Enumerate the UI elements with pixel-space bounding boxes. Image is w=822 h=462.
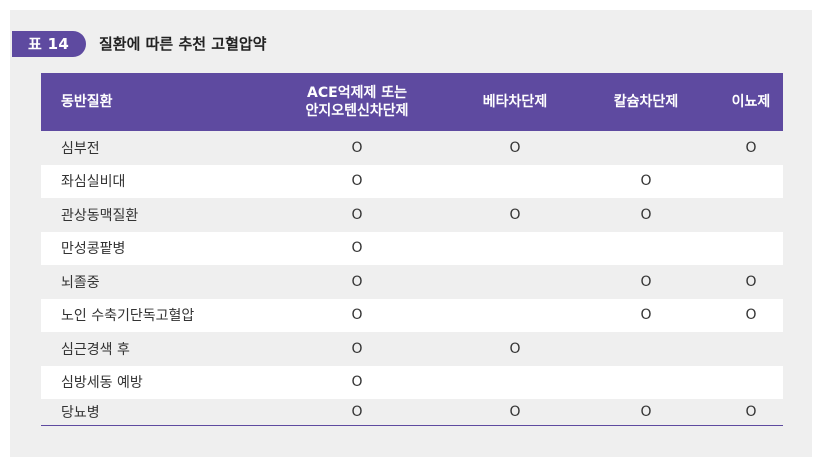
row-label: 심방세동 예방 [61,375,143,392]
table-cell: O [351,340,363,357]
table-cell: O [745,404,757,420]
table-cell [457,165,573,199]
table-cell: O [640,273,652,290]
table-cell: O [509,404,521,420]
table-cell: O [351,307,363,324]
row-label: 심근경색 후 [61,341,130,358]
table-cell: O [351,206,363,223]
drug-recommendation-table: 동반질환 ACE억제제 또는 안지오텐신차단제 베타차단제 칼슘차단제 이뇨제 심부전 O… [41,73,783,426]
table-caption: 질환에 따른 추천 고혈압약 [99,35,267,53]
table-row: 심방세동 예방 O [41,365,783,400]
table-cell: O [745,307,757,324]
table-row: 뇌졸중 O O O [41,265,783,299]
table-cell: O [745,139,757,156]
row-label: 좌심실비대 [61,174,126,191]
table-cell: O [640,206,652,223]
header-cell-comorbidity: 동반질환 [61,94,113,110]
table-cell: O [509,139,521,156]
table-cell [719,332,783,366]
table-cell [719,366,783,400]
table-cell: O [351,173,363,190]
table-cell [719,198,783,232]
row-label: 심부전 [61,140,100,157]
table-cell: O [640,173,652,190]
table-cell: O [351,139,363,156]
table-row: 노인 수축기단독고혈압 O O O [41,298,783,333]
table-row: 심부전 O O O [41,131,783,165]
table-row: 좌심실비대 O O [41,164,783,199]
table-cell [573,366,719,400]
table-body: 심부전 O O O 좌심실비대 O O 관상동맥질환 O O O 만성콩팥병 O 뇌졸중 O O O 노인 수축기… [41,131,783,425]
header-cell-beta-blocker: 베타차단제 [482,94,548,110]
table-cell: O [351,374,363,391]
table-cell [573,131,719,165]
table-cell: O [509,340,521,357]
row-label: 뇌졸중 [61,274,100,291]
table-cell [457,265,573,299]
table-cell: O [509,206,521,223]
table-cell: O [640,307,652,324]
row-label: 만성콩팥병 [61,241,126,258]
table-header-row: 동반질환 ACE억제제 또는 안지오텐신차단제 베타차단제 칼슘차단제 이뇨제 [41,73,783,131]
table-row: 당뇨병 O O O O [41,399,783,425]
header-cell-calcium-blocker: 칼슘차단제 [613,94,679,110]
row-label: 당뇨병 [61,405,100,421]
row-label: 노인 수축기단독고혈압 [61,308,195,325]
table-cell [719,232,783,266]
table-row: 관상동맥질환 O O O [41,198,783,232]
table-cell [457,366,573,400]
table-cell: O [745,273,757,290]
header-cell-diuretic: 이뇨제 [731,94,771,110]
table-cell: O [351,273,363,290]
table-row: 심근경색 후 O O [41,332,783,366]
table-cell [719,165,783,199]
table-cell [573,332,719,366]
row-label: 관상동맥질환 [61,207,139,224]
table-cell [457,299,573,333]
header-cell-ace-inhibitor: ACE억제제 또는 안지오텐신차단제 [305,85,409,119]
table-cell: O [351,240,363,257]
table-cell: O [351,404,363,420]
table-cell [457,232,573,266]
table-row: 만성콩팥병 O [41,231,783,266]
table-cell: O [640,404,652,420]
table-number-badge: 표 14 [12,31,86,57]
table-cell [573,232,719,266]
